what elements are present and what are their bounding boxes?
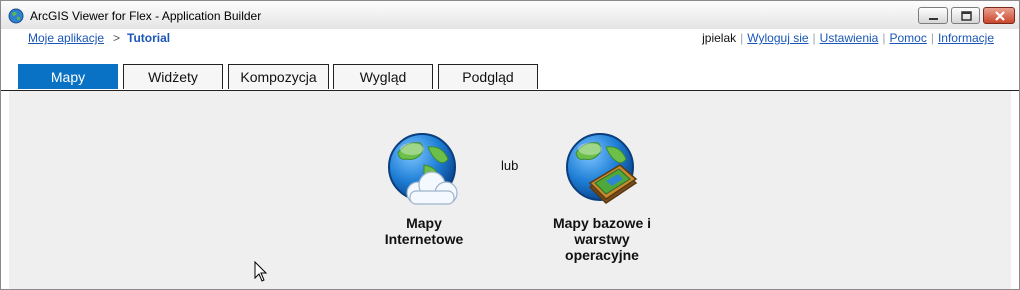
globe-cloud-icon	[388, 133, 458, 205]
info-link[interactable]: Informacje	[938, 31, 994, 45]
tab-widgets[interactable]: Widżety	[123, 64, 223, 89]
globe-icon	[8, 8, 24, 24]
app-window: ArcGIS Viewer for Flex - Application Bui…	[0, 0, 1020, 290]
web-maps-label-line2: Internetowe	[384, 231, 464, 247]
maximize-icon	[961, 11, 972, 21]
logout-link[interactable]: Wyloguj sie	[747, 31, 808, 45]
maps-panel	[9, 91, 1011, 289]
settings-link[interactable]: Ustawienia	[820, 31, 879, 45]
base-maps-label: Mapy bazowe i warstwy operacyjne	[541, 215, 663, 263]
main-content: Mapy Widżety Kompozycja Wygląd Podgląd M…	[1, 47, 1019, 289]
link-separator: |	[930, 31, 934, 45]
tab-preview[interactable]: Podgląd	[438, 64, 538, 89]
tab-layout[interactable]: Kompozycja	[228, 64, 329, 89]
tab-maps[interactable]: Mapy	[18, 64, 118, 89]
link-separator: |	[812, 31, 816, 45]
minimize-icon	[929, 18, 938, 20]
nav-bar: Moje aplikacje > Tutorial jpielak | Wylogu…	[1, 29, 1019, 47]
mouse-pointer-icon	[254, 261, 268, 282]
tab-design[interactable]: Wygląd	[333, 64, 433, 89]
base-maps-label-line3: operacyjne	[565, 247, 639, 263]
tab-strip: Mapy Widżety Kompozycja Wygląd Podgląd	[1, 47, 1019, 91]
breadcrumb-current: Tutorial	[127, 31, 171, 45]
close-button[interactable]	[983, 7, 1015, 24]
username: jpielak	[702, 31, 737, 45]
breadcrumb-separator: >	[113, 31, 121, 45]
help-link[interactable]: Pomoc	[889, 31, 926, 45]
or-label: lub	[501, 158, 519, 173]
close-icon	[995, 11, 1005, 21]
maximize-button[interactable]	[951, 7, 980, 24]
web-maps-option[interactable]: Mapy Internetowe	[366, 131, 482, 247]
minimize-button[interactable]	[918, 7, 948, 24]
base-maps-label-line2: warstwy	[574, 231, 630, 247]
link-separator: |	[740, 31, 744, 45]
base-maps-label-line1: Mapy bazowe i	[552, 215, 652, 231]
window-title: ArcGIS Viewer for Flex - Application Bui…	[30, 9, 262, 23]
web-maps-label-line1: Mapy	[406, 215, 442, 231]
title-bar: ArcGIS Viewer for Flex - Application Bui…	[1, 1, 1019, 30]
base-maps-option[interactable]: Mapy bazowe i warstwy operacyjne	[541, 131, 663, 263]
web-maps-label: Mapy Internetowe	[366, 215, 482, 247]
globe-layers-icon	[566, 133, 638, 204]
user-links: jpielak | Wyloguj sie | Ustawienia | Pomoc | Inf…	[702, 31, 994, 45]
link-separator: |	[882, 31, 886, 45]
breadcrumb-my-apps-link[interactable]: Moje aplikacje	[28, 31, 104, 45]
